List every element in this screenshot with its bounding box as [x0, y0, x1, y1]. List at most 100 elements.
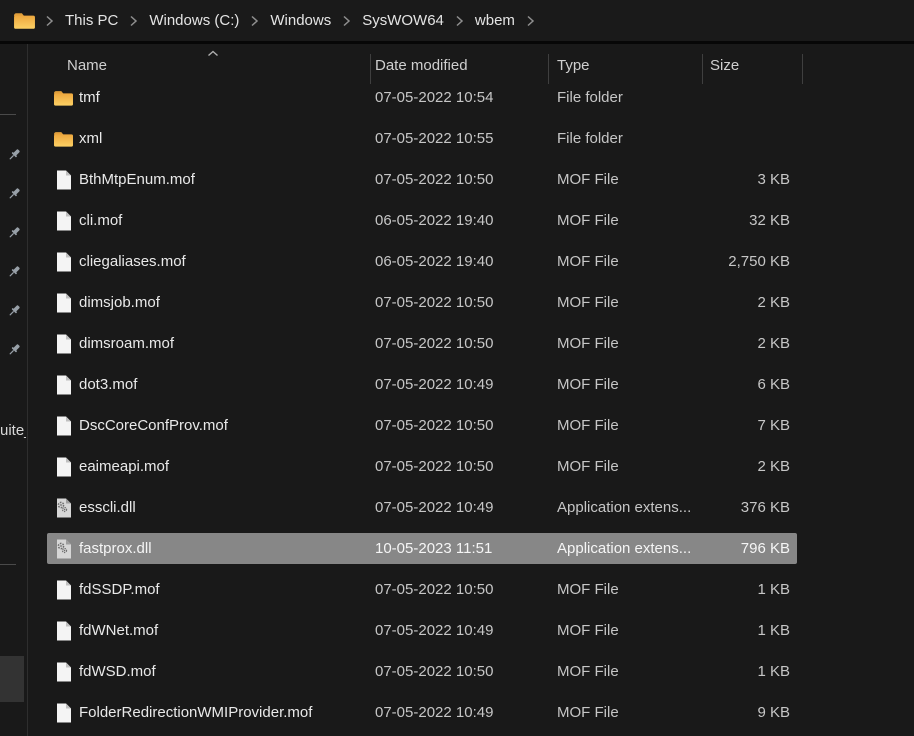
- breadcrumb-item[interactable]: Windows: [264, 9, 337, 32]
- file-size: 32 KB: [640, 200, 790, 241]
- file-date-modified: 07-05-2022 10:49: [375, 610, 493, 651]
- column-header-name[interactable]: Name: [67, 57, 107, 74]
- mof-file-icon: [53, 702, 74, 723]
- table-row[interactable]: cliegaliases.mof 06-05-2022 19:40 MOF Fi…: [0, 241, 914, 282]
- file-type: MOF File: [557, 405, 619, 446]
- sort-ascending-icon: [207, 50, 219, 57]
- file-name: fdWSD.mof: [79, 651, 156, 692]
- column-header-date-modified[interactable]: Date modified: [375, 57, 468, 74]
- file-name: xml: [79, 118, 102, 159]
- folder-icon: [53, 128, 74, 149]
- mof-file-icon: [53, 661, 74, 682]
- file-size: 1 KB: [640, 651, 790, 692]
- file-type: MOF File: [557, 159, 619, 200]
- chevron-right-icon: [129, 15, 138, 27]
- file-name: esscli.dll: [79, 487, 136, 528]
- file-size: 796 KB: [640, 528, 790, 569]
- mof-file-icon: [53, 579, 74, 600]
- file-date-modified: 10-05-2023 11:51: [375, 528, 492, 569]
- file-date-modified: 07-05-2022 10:50: [375, 282, 493, 323]
- file-name: dimsroam.mof: [79, 323, 174, 364]
- file-size: 2 KB: [640, 446, 790, 487]
- file-date-modified: 07-05-2022 10:55: [375, 118, 493, 159]
- file-type: File folder: [557, 77, 623, 118]
- folder-icon: [53, 87, 74, 108]
- file-size: [640, 77, 790, 118]
- table-row[interactable]: dimsroam.mof 07-05-2022 10:50 MOF File 2…: [0, 323, 914, 364]
- chevron-right-icon[interactable]: [526, 15, 535, 27]
- file-date-modified: 06-05-2022 19:40: [375, 200, 493, 241]
- table-row[interactable]: eaimeapi.mof 07-05-2022 10:50 MOF File 2…: [0, 446, 914, 487]
- file-name: fastprox.dll: [79, 528, 152, 569]
- file-explorer-window: This PCWindows (C:)WindowsSysWOW64wbem u…: [0, 0, 914, 736]
- file-name: BthMtpEnum.mof: [79, 159, 195, 200]
- table-row[interactable]: tmf 07-05-2022 10:54 File folder: [0, 77, 914, 118]
- file-size: 2,750 KB: [640, 241, 790, 282]
- file-date-modified: 07-05-2022 10:50: [375, 159, 493, 200]
- file-name: cliegaliases.mof: [79, 241, 186, 282]
- file-type: MOF File: [557, 610, 619, 651]
- file-size: 7 KB: [640, 405, 790, 446]
- file-size: 376 KB: [640, 487, 790, 528]
- file-type: MOF File: [557, 241, 619, 282]
- file-type: MOF File: [557, 200, 619, 241]
- file-size: 2 KB: [640, 282, 790, 323]
- file-type: File folder: [557, 118, 623, 159]
- chevron-right-icon: [45, 15, 54, 27]
- chevron-right-icon: [342, 15, 351, 27]
- mof-file-icon: [53, 169, 74, 190]
- table-row[interactable]: fdWNet.mof 07-05-2022 10:49 MOF File 1 K…: [0, 610, 914, 651]
- breadcrumb-item[interactable]: This PC: [59, 9, 124, 32]
- dll-file-icon: [53, 497, 74, 518]
- table-row[interactable]: dot3.mof 07-05-2022 10:49 MOF File 6 KB: [0, 364, 914, 405]
- table-row[interactable]: xml 07-05-2022 10:55 File folder: [0, 118, 914, 159]
- breadcrumb-item[interactable]: wbem: [469, 9, 521, 32]
- table-row[interactable]: fastprox.dll 10-05-2023 11:51 Applicatio…: [0, 528, 914, 569]
- current-folder-icon: [13, 12, 36, 30]
- column-header-size[interactable]: Size: [710, 57, 739, 74]
- column-header-type[interactable]: Type: [557, 57, 590, 74]
- file-type: MOF File: [557, 651, 619, 692]
- table-row[interactable]: fdWSD.mof 07-05-2022 10:50 MOF File 1 KB: [0, 651, 914, 692]
- table-row[interactable]: fdSSDP.mof 07-05-2022 10:50 MOF File 1 K…: [0, 569, 914, 610]
- dll-file-icon: [53, 538, 74, 559]
- file-size: 9 KB: [640, 692, 790, 733]
- file-name: FolderRedirectionWMIProvider.mof: [79, 692, 312, 733]
- file-date-modified: 07-05-2022 10:49: [375, 487, 493, 528]
- table-row[interactable]: dimsjob.mof 07-05-2022 10:50 MOF File 2 …: [0, 282, 914, 323]
- file-name: eaimeapi.mof: [79, 446, 169, 487]
- file-date-modified: 07-05-2022 10:54: [375, 77, 493, 118]
- mof-file-icon: [53, 333, 74, 354]
- table-row[interactable]: cli.mof 06-05-2022 19:40 MOF File 32 KB: [0, 200, 914, 241]
- mof-file-icon: [53, 210, 74, 231]
- file-date-modified: 07-05-2022 10:49: [375, 692, 493, 733]
- breadcrumb-item[interactable]: Windows (C:): [143, 9, 245, 32]
- file-name: cli.mof: [79, 200, 122, 241]
- file-size: 3 KB: [640, 159, 790, 200]
- breadcrumb-item[interactable]: SysWOW64: [356, 9, 450, 32]
- mof-file-icon: [53, 292, 74, 313]
- table-row[interactable]: DscCoreConfProv.mof 07-05-2022 10:50 MOF…: [0, 405, 914, 446]
- file-name: DscCoreConfProv.mof: [79, 405, 228, 446]
- file-date-modified: 07-05-2022 10:50: [375, 569, 493, 610]
- mof-file-icon: [53, 620, 74, 641]
- file-name: fdSSDP.mof: [79, 569, 160, 610]
- file-date-modified: 07-05-2022 10:49: [375, 364, 493, 405]
- file-size: 2 KB: [640, 323, 790, 364]
- table-row[interactable]: BthMtpEnum.mof 07-05-2022 10:50 MOF File…: [0, 159, 914, 200]
- file-date-modified: 06-05-2022 19:40: [375, 241, 493, 282]
- file-size: 6 KB: [640, 364, 790, 405]
- table-row[interactable]: FolderRedirectionWMIProvider.mof 07-05-2…: [0, 692, 914, 733]
- file-date-modified: 07-05-2022 10:50: [375, 446, 493, 487]
- file-type: MOF File: [557, 569, 619, 610]
- file-date-modified: 07-05-2022 10:50: [375, 405, 493, 446]
- file-type: MOF File: [557, 323, 619, 364]
- file-type: MOF File: [557, 282, 619, 323]
- chevron-right-icon: [250, 15, 259, 27]
- chevron-right-icon: [455, 15, 464, 27]
- table-row[interactable]: esscli.dll 07-05-2022 10:49 Application …: [0, 487, 914, 528]
- file-name: dimsjob.mof: [79, 282, 160, 323]
- mof-file-icon: [53, 251, 74, 272]
- file-name: fdWNet.mof: [79, 610, 158, 651]
- breadcrumb: This PC Windows (C:) Windows SysWOW64 wbem: [0, 0, 914, 44]
